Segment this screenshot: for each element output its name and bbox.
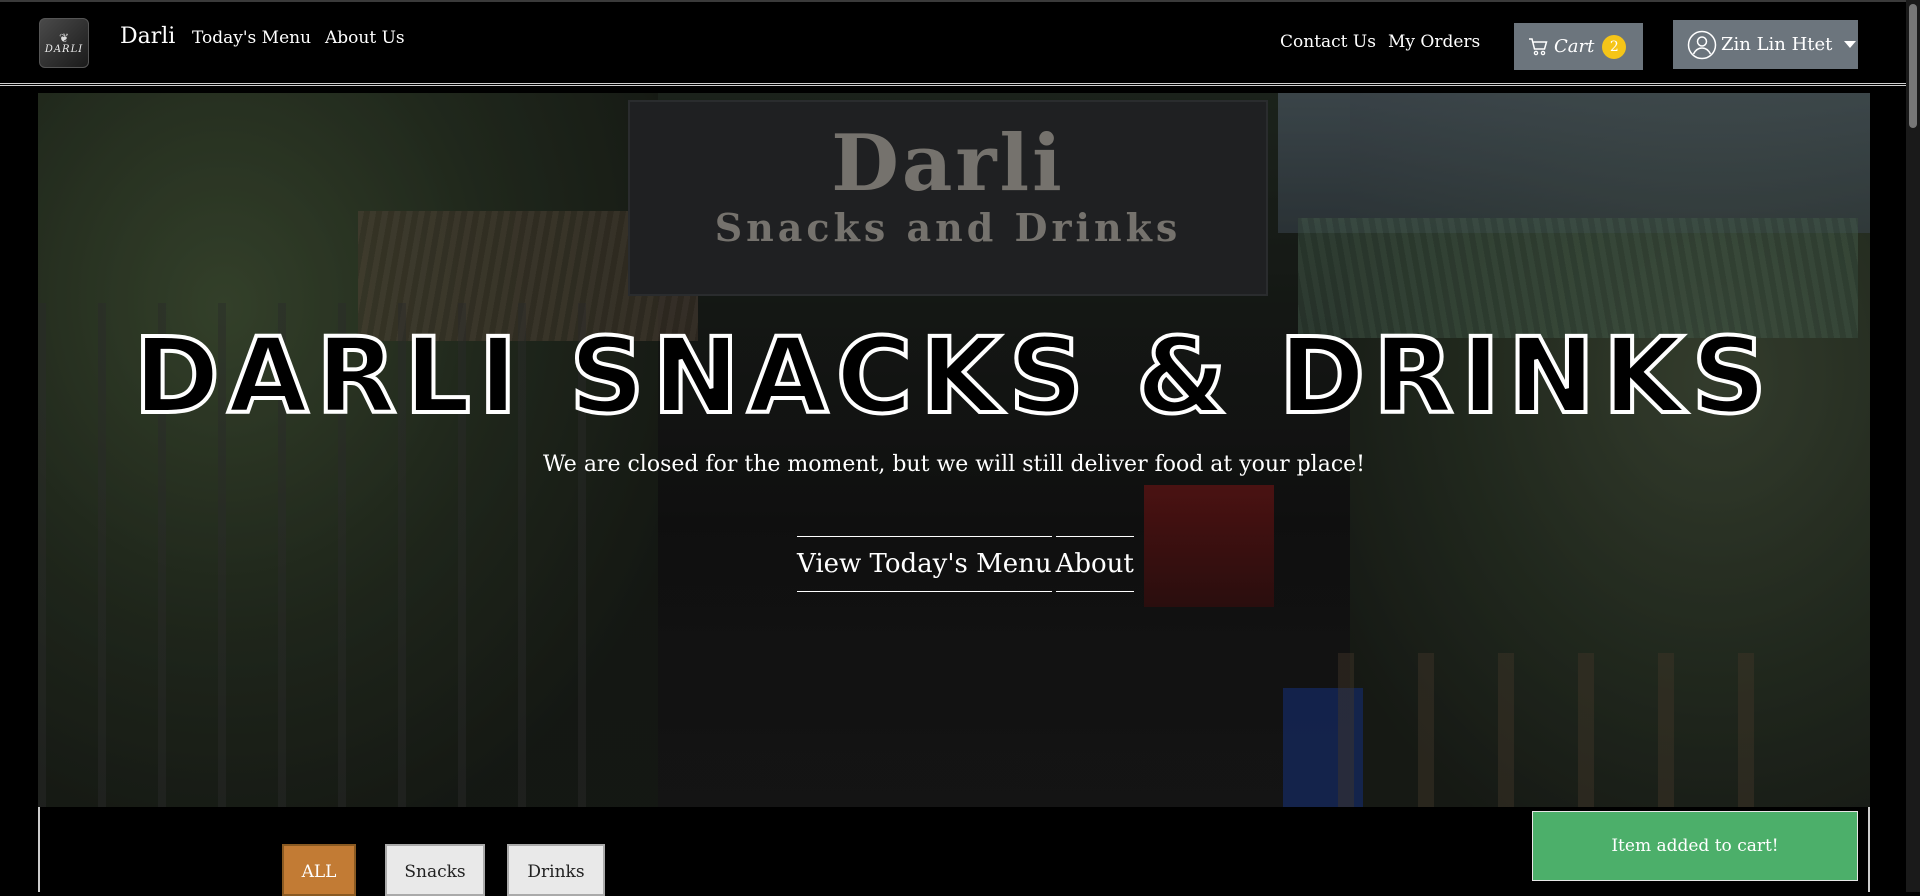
- cart-icon: [1529, 37, 1548, 55]
- user-avatar-icon: [1687, 30, 1717, 59]
- logo-text: DARLI: [44, 43, 84, 55]
- cart-button[interactable]: Cart 2: [1514, 23, 1643, 70]
- leaf-icon: ❦: [58, 30, 70, 45]
- view-todays-menu-button[interactable]: View Today's Menu: [797, 536, 1052, 592]
- brand-link[interactable]: Darli: [120, 24, 175, 49]
- filter-snacks-button[interactable]: Snacks: [385, 844, 485, 896]
- filter-all-button[interactable]: ALL: [282, 844, 356, 896]
- nav-link-my-orders[interactable]: My Orders: [1388, 32, 1480, 52]
- scrollbar[interactable]: [1906, 0, 1920, 892]
- toast-notification: Item added to cart!: [1532, 811, 1858, 881]
- user-name: Zin Lin Htet: [1721, 34, 1833, 55]
- hero-title: DARLI SNACKS & DRINKS: [131, 313, 1775, 439]
- chevron-down-icon: [1844, 41, 1857, 48]
- navbar: ❦ DARLI Darli Today's Menu About Us Cont…: [0, 0, 1920, 86]
- user-menu-button[interactable]: Zin Lin Htet: [1673, 20, 1858, 69]
- filter-drinks-button[interactable]: Drinks: [507, 844, 605, 896]
- cart-count-badge: 2: [1602, 34, 1627, 59]
- about-button[interactable]: About: [1055, 536, 1134, 592]
- hero-buttons: View Today's Menu About: [797, 536, 1134, 592]
- hero-subtitle: We are closed for the moment, but we wil…: [542, 452, 1366, 477]
- nav-link-todays-menu[interactable]: Today's Menu: [192, 28, 311, 48]
- cart-label: Cart: [1554, 36, 1595, 57]
- hero-banner: Darli Snacks and Drinks DARLI SNACKS & D…: [38, 93, 1870, 807]
- logo[interactable]: ❦ DARLI: [39, 18, 89, 68]
- scrollbar-thumb[interactable]: [1909, 4, 1917, 128]
- hero-overlay: [38, 93, 1870, 807]
- nav-link-about-us[interactable]: About Us: [325, 28, 405, 48]
- nav-link-contact-us[interactable]: Contact Us: [1280, 32, 1376, 52]
